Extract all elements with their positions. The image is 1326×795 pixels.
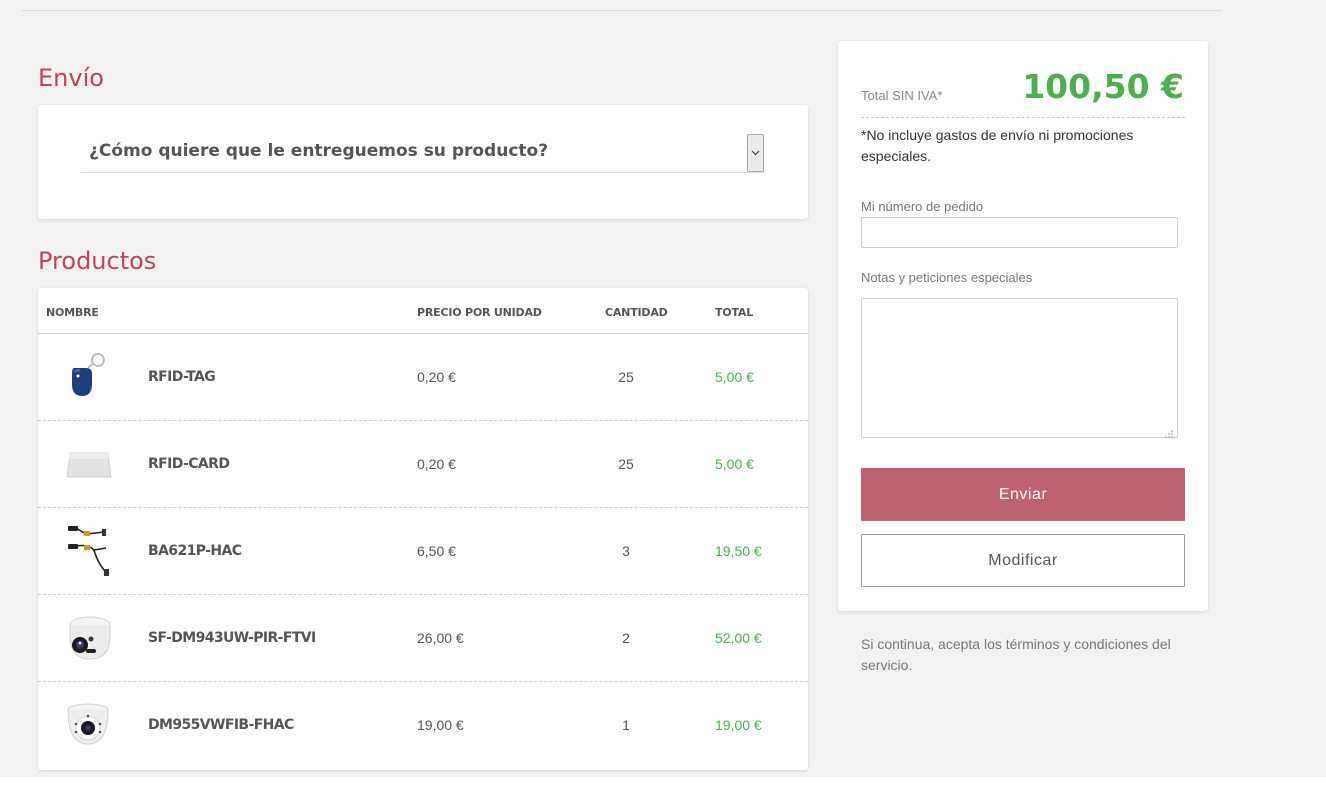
product-unit-price: 6,50 € [417, 543, 456, 559]
shipping-method-select-label: ¿Cómo quiere que le entreguemos su produ… [89, 141, 549, 161]
rfid-card-image [58, 437, 118, 493]
product-unit-price: 26,00 € [417, 630, 464, 646]
product-name[interactable]: DM955VWFIB-FHAC [148, 717, 294, 733]
product-total: 52,00 € [715, 630, 762, 646]
product-total: 19,50 € [715, 543, 762, 559]
table-row: DM955VWFIB-FHAC 19,00 € 1 19,00 € [38, 682, 808, 769]
order-summary-card: Total SIN IVA* 100,50 € *No incluye gast… [838, 41, 1208, 611]
product-total: 19,00 € [715, 717, 762, 733]
products-section-title: Productos [38, 247, 157, 275]
product-quantity: 1 [622, 717, 630, 733]
page-bottom-band [0, 777, 1326, 795]
video-balun-cables-image [58, 524, 118, 580]
product-quantity: 2 [622, 630, 630, 646]
product-name[interactable]: BA621P-HAC [148, 543, 242, 559]
total-label: Total SIN IVA* [861, 88, 943, 103]
shipping-method-select[interactable]: ¿Cómo quiere que le entreguemos su produ… [81, 133, 765, 173]
column-header-unit-price: PRECIO POR UNIDAD [417, 306, 542, 319]
product-quantity: 25 [618, 369, 634, 385]
table-row: BA621P-HAC 6,50 € 3 19,50 € [38, 508, 808, 595]
terms-notice: Si continua, acepta los términos y condi… [861, 636, 1171, 673]
order-number-label: Mi número de pedido [861, 199, 984, 214]
column-header-quantity: CANTIDAD [605, 306, 668, 319]
dome-camera-image [58, 698, 118, 754]
chevron-down-icon[interactable] [747, 134, 764, 172]
products-table: NOMBRE PRECIO POR UNIDAD CANTIDAD TOTAL … [38, 288, 808, 770]
product-unit-price: 0,20 € [417, 456, 456, 472]
resize-grip-icon[interactable] [1164, 425, 1174, 438]
product-quantity: 3 [622, 543, 630, 559]
table-row: SF-DM943UW-PIR-FTVI 26,00 € 2 52,00 € [38, 595, 808, 682]
product-total: 5,00 € [715, 369, 754, 385]
shipping-disclaimer: *No incluye gastos de envío ni promocion… [861, 127, 1134, 164]
column-header-name: NOMBRE [46, 306, 99, 319]
table-row: RFID-CARD 0,20 € 25 5,00 € [38, 421, 808, 508]
turret-camera-image [58, 611, 118, 667]
notes-label: Notas y peticiones especiales [861, 270, 1033, 285]
column-header-total: TOTAL [715, 306, 754, 319]
product-name[interactable]: RFID-TAG [148, 369, 216, 385]
order-number-input[interactable] [861, 217, 1178, 248]
shipping-card: ¿Cómo quiere que le entreguemos su produ… [38, 105, 808, 219]
rfid-keyfob-image [58, 350, 118, 406]
product-total: 5,00 € [715, 456, 754, 472]
shipping-section-title: Envío [38, 64, 104, 92]
send-button[interactable]: Enviar [861, 468, 1185, 521]
product-quantity: 25 [618, 456, 634, 472]
total-value: 100,50 € [1022, 67, 1184, 106]
top-divider [22, 10, 1222, 11]
product-unit-price: 19,00 € [417, 717, 464, 733]
notes-textarea[interactable] [861, 298, 1178, 438]
product-unit-price: 0,20 € [417, 369, 456, 385]
product-name[interactable]: RFID-CARD [148, 456, 230, 472]
product-name[interactable]: SF-DM943UW-PIR-FTVI [148, 630, 316, 646]
table-row: RFID-TAG 0,20 € 25 5,00 € [38, 334, 808, 421]
total-divider [861, 117, 1185, 118]
modify-button[interactable]: Modificar [861, 534, 1185, 587]
